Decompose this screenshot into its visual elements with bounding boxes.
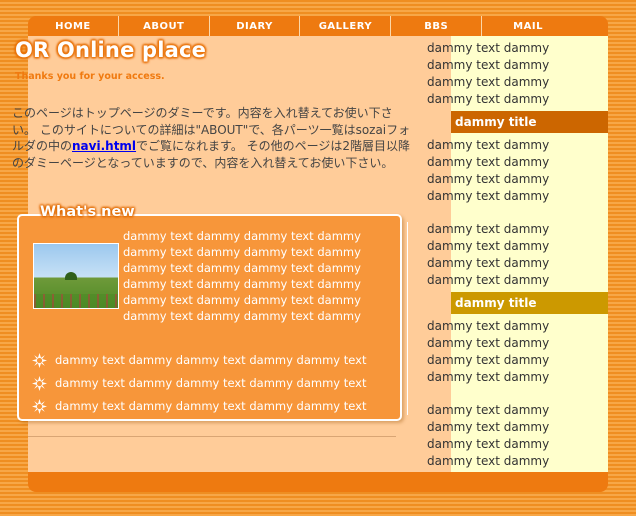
sidebar-text-line: dammy text dammy <box>427 41 550 55</box>
sidebar-text-line: dammy text dammy <box>427 420 550 434</box>
footer-bar <box>28 472 608 492</box>
starburst-icon <box>32 353 47 368</box>
whats-new-side-line <box>407 222 408 415</box>
sidebar-text-line: dammy text dammy <box>427 403 550 417</box>
sidebar-text-line: dammy text dammy <box>427 92 550 106</box>
nav-mail[interactable]: MAIL <box>482 16 608 36</box>
sidebar-text-line: dammy text dammy <box>427 437 550 451</box>
whats-new-body: dammy text dammy dammy text dammy dammy … <box>123 229 361 323</box>
nav-home[interactable]: HOME <box>28 16 119 36</box>
sidebar-text-line: dammy text dammy <box>427 189 550 203</box>
news-item-text: dammy text dammy dammy text dammy dammy … <box>55 353 367 367</box>
nav-about[interactable]: ABOUT <box>119 16 210 36</box>
sidebar-text-block: dammy text dammy dammy text dammy dammy … <box>427 318 577 386</box>
sidebar-text-line: dammy text dammy <box>427 155 550 169</box>
nav-diary[interactable]: DIARY <box>210 16 301 36</box>
sidebar-title: dammy title <box>451 111 608 133</box>
sidebar-text-line: dammy text dammy <box>427 222 550 236</box>
sidebar-text-line: dammy text dammy <box>427 75 550 89</box>
starburst-icon <box>32 376 47 391</box>
sidebar-text-block: dammy text dammy dammy text dammy dammy … <box>427 40 577 108</box>
news-item[interactable]: dammy text dammy dammy text dammy dammy … <box>32 349 382 372</box>
sidebar-text-line: dammy text dammy <box>427 239 550 253</box>
photo-flowers <box>34 294 118 308</box>
whats-new-title: What's new <box>40 204 135 220</box>
news-item[interactable]: dammy text dammy dammy text dammy dammy … <box>32 395 382 418</box>
whats-new-list: dammy text dammy dammy text dammy dammy … <box>32 349 382 418</box>
intro-paragraph: このページはトップページのダミーです。内容を入れ替えてお使い下さい。 このサイト… <box>12 105 412 171</box>
news-item-text: dammy text dammy dammy text dammy dammy … <box>55 376 367 390</box>
sidebar-title: dammy title <box>451 292 608 314</box>
top-nav: HOME ABOUT DIARY GALLERY BBS MAIL <box>28 16 608 36</box>
sidebar-text-line: dammy text dammy <box>427 319 550 333</box>
sidebar-text-line: dammy text dammy <box>427 273 550 287</box>
sidebar-text-line: dammy text dammy <box>427 353 550 367</box>
site-title: OR Online place <box>15 38 207 62</box>
divider <box>28 436 396 437</box>
navi-html-link[interactable]: navi.html <box>72 139 136 153</box>
sidebar-text-block: dammy text dammy dammy text dammy dammy … <box>427 221 577 289</box>
sidebar-text-line: dammy text dammy <box>427 454 550 468</box>
sidebar-text-line: dammy text dammy <box>427 370 550 384</box>
site-subtitle: Thanks you for your access. <box>15 71 165 82</box>
sidebar-text-line: dammy text dammy <box>427 172 550 186</box>
starburst-icon <box>32 399 47 414</box>
sidebar-text-block: dammy text dammy dammy text dammy dammy … <box>427 402 577 470</box>
sidebar-text-line: dammy text dammy <box>427 58 550 72</box>
sidebar-text-line: dammy text dammy <box>427 256 550 270</box>
sidebar-text-line: dammy text dammy <box>427 138 550 152</box>
sidebar-text-block: dammy text dammy dammy text dammy dammy … <box>427 137 577 205</box>
news-item-text: dammy text dammy dammy text dammy dammy … <box>55 399 367 413</box>
news-item[interactable]: dammy text dammy dammy text dammy dammy … <box>32 372 382 395</box>
photo-tree <box>65 272 77 280</box>
sidebar-text-line: dammy text dammy <box>427 336 550 350</box>
nav-gallery[interactable]: GALLERY <box>300 16 392 36</box>
landscape-photo <box>33 243 119 309</box>
nav-bbs[interactable]: BBS <box>391 16 483 36</box>
